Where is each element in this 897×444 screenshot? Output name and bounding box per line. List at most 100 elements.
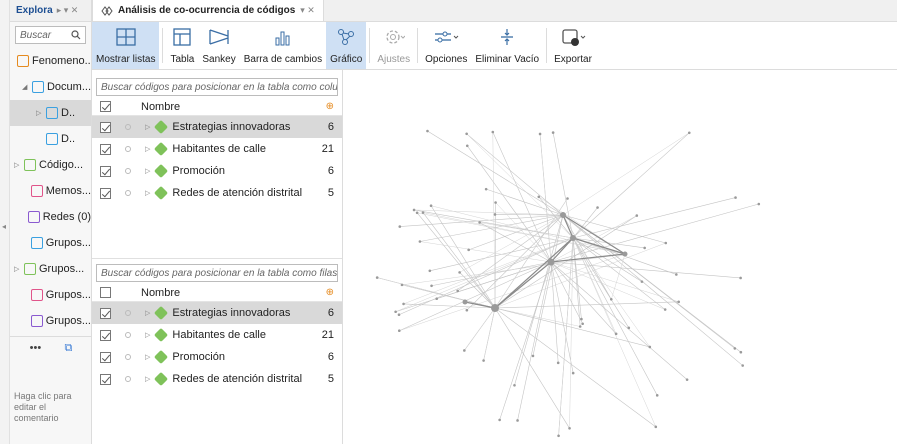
expand-arrow-icon[interactable]: ▷ — [145, 189, 150, 197]
graph-node[interactable] — [578, 325, 582, 328]
graph-node[interactable] — [663, 308, 667, 311]
graph-node[interactable] — [640, 280, 644, 283]
graph-node[interactable] — [687, 131, 691, 135]
graph-node[interactable] — [551, 131, 555, 134]
graph-node[interactable] — [429, 204, 433, 208]
explorer-tree-item[interactable]: ▷ Código... — [10, 152, 91, 178]
graph-node[interactable] — [635, 214, 639, 217]
expand-arrow-icon[interactable]: ▷ — [145, 309, 150, 317]
expand-arrow-icon[interactable]: ▷ — [145, 331, 150, 339]
expand-arrow-icon[interactable]: ▷ — [36, 109, 43, 117]
graph-node[interactable] — [428, 269, 432, 273]
explorer-tree-item[interactable]: Memos... — [10, 178, 91, 204]
graph-node[interactable] — [491, 130, 495, 134]
graph-node[interactable] — [435, 297, 439, 301]
graph-node[interactable] — [402, 302, 405, 306]
graph-node[interactable] — [537, 195, 541, 199]
graph-node[interactable] — [456, 289, 459, 293]
graph-node[interactable] — [734, 196, 737, 199]
graph-node[interactable] — [757, 202, 761, 206]
graph-node[interactable] — [581, 322, 584, 326]
explorer-tree-item[interactable]: Grupos... — [10, 230, 91, 256]
graph-node[interactable] — [685, 378, 689, 381]
graph-node[interactable] — [664, 241, 668, 245]
graph-node[interactable] — [531, 354, 535, 358]
ribbon-button-bar-chart[interactable]: Barra de cambios — [240, 22, 326, 69]
network-graph[interactable] — [343, 70, 897, 444]
graph-node[interactable] — [609, 297, 613, 301]
collapse-arrow-icon[interactable]: ◂ — [2, 222, 6, 231]
code-checkbox[interactable] — [100, 165, 111, 177]
code-row[interactable]: ▷ Promoción 6 — [92, 346, 342, 368]
expand-arrow-icon[interactable]: ▷ — [145, 375, 150, 383]
row-header-name[interactable]: Nombre — [141, 287, 312, 299]
graph-node[interactable] — [538, 132, 542, 136]
code-row[interactable]: ▷ Estrategias innovadoras 6 — [92, 302, 342, 324]
ribbon-button-remove-empty[interactable]: Eliminar Vacío — [471, 22, 543, 69]
graph-node[interactable] — [484, 187, 488, 191]
graph-node[interactable] — [494, 201, 497, 204]
graph-node[interactable] — [493, 213, 497, 216]
code-checkbox[interactable] — [100, 351, 111, 363]
graph-node[interactable] — [547, 258, 555, 266]
more-icon[interactable]: ••• — [30, 342, 42, 354]
expand-arrow-icon[interactable]: ▷ — [14, 265, 21, 273]
graph-node[interactable] — [482, 359, 485, 362]
graph-node[interactable] — [465, 308, 469, 312]
document-tab-controls[interactable]: ▾ ✕ — [300, 5, 315, 16]
graph-node[interactable] — [654, 425, 658, 429]
graph-node[interactable] — [394, 310, 397, 314]
graph-node[interactable] — [412, 208, 416, 212]
graph-node[interactable] — [400, 283, 404, 287]
expand-arrow-icon[interactable]: ▷ — [145, 167, 150, 175]
left-rail[interactable]: ◂ — [0, 0, 10, 444]
select-all-checkbox[interactable] — [100, 287, 111, 298]
expand-arrow-icon[interactable]: ◢ — [22, 83, 29, 91]
code-row[interactable]: ▷ Redes de atención distrital 5 — [92, 182, 342, 204]
ribbon-button-graph[interactable]: Gráfico — [326, 22, 367, 69]
graph-node[interactable] — [397, 313, 401, 317]
graph-node[interactable] — [571, 371, 575, 375]
code-row[interactable]: ▷ Estrategias innovadoras 6 — [92, 116, 342, 138]
graph-node[interactable] — [478, 221, 481, 224]
explorer-tab[interactable]: Explora ▸ ▾ ✕ — [10, 0, 91, 22]
explorer-tree-item[interactable]: D.. — [10, 126, 91, 152]
graph-node[interactable] — [513, 383, 516, 387]
code-checkbox[interactable] — [100, 121, 111, 133]
graph-node[interactable] — [739, 350, 743, 354]
code-row[interactable]: ▷ Habitantes de calle 21 — [92, 138, 342, 160]
code-checkbox[interactable] — [100, 373, 111, 385]
explorer-tree-item[interactable]: Fenomeno... — [10, 48, 91, 74]
graph-node[interactable] — [614, 332, 618, 336]
graph-node[interactable] — [643, 246, 646, 250]
graph-node[interactable] — [418, 240, 422, 243]
ribbon-button-export[interactable]: Exportar — [550, 22, 596, 69]
graph-node[interactable] — [467, 248, 470, 252]
graph-node[interactable] — [560, 212, 566, 218]
graph-node[interactable] — [430, 284, 433, 288]
graph-node[interactable] — [498, 418, 501, 422]
graph-node[interactable] — [426, 129, 429, 133]
graph-node[interactable] — [557, 434, 560, 438]
graph-node[interactable] — [463, 349, 466, 352]
document-tab[interactable]: Análisis de co-ocurrencia de códigos ▾ ✕ — [92, 0, 324, 21]
code-row[interactable]: ▷ Habitantes de calle 21 — [92, 324, 342, 346]
graph-node[interactable] — [556, 361, 560, 365]
graph-node[interactable] — [596, 206, 599, 209]
ribbon-button-options[interactable]: Opciones — [421, 22, 471, 69]
explorer-tab-controls[interactable]: ▸ ▾ ✕ — [57, 5, 79, 16]
graph-node[interactable] — [397, 329, 401, 333]
select-all-checkbox[interactable] — [100, 101, 111, 112]
explorer-tree-item[interactable]: ◢ Docum... — [10, 74, 91, 100]
explorer-tree-item[interactable]: Grupos... — [10, 308, 91, 334]
graph-node[interactable] — [566, 197, 569, 200]
graph-node[interactable] — [465, 132, 468, 136]
panel-divider[interactable] — [92, 258, 342, 259]
graph-node[interactable] — [415, 211, 419, 215]
graph-node[interactable] — [375, 276, 379, 279]
graph-node[interactable] — [462, 299, 468, 305]
expand-arrow-icon[interactable]: ▷ — [145, 123, 150, 131]
graph-node[interactable] — [675, 273, 678, 276]
explorer-tree-item[interactable]: ▷ Grupos... — [10, 256, 91, 282]
graph-node[interactable] — [655, 394, 659, 397]
